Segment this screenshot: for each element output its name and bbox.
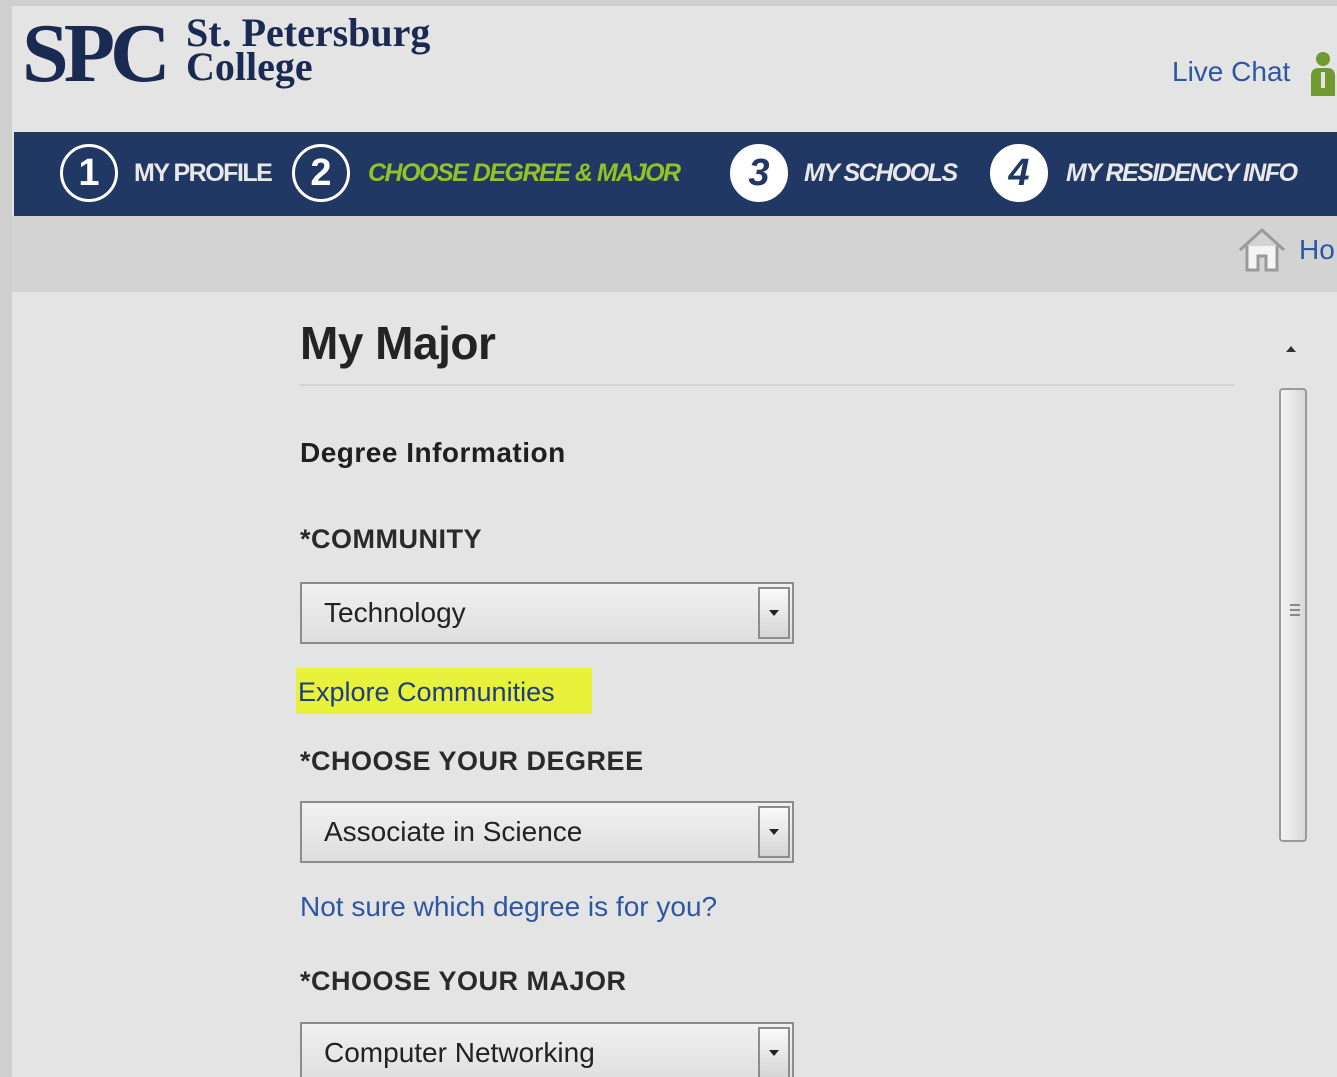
explore-communities-highlight: Explore Communities	[296, 668, 592, 714]
step-4-label[interactable]: MY RESIDENCY INFO	[1066, 158, 1298, 188]
scroll-up-arrow-icon[interactable]	[1286, 346, 1296, 352]
step-1-number[interactable]: 1	[60, 144, 118, 202]
major-select[interactable]: Computer Networking	[300, 1022, 794, 1077]
home-link[interactable]: Ho	[1299, 232, 1335, 268]
logo-college-name: St. Petersburg College	[186, 10, 431, 89]
step-1-label[interactable]: MY PROFILE	[134, 158, 273, 188]
logo-monogram: SPC	[22, 7, 171, 100]
page-title: My Major	[300, 317, 496, 369]
major-select-value: Computer Networking	[324, 1037, 595, 1068]
chevron-down-icon[interactable]	[758, 806, 790, 858]
progress-steps-bar: 1 MY PROFILE 2 CHOOSE DEGREE & MAJOR 3 M…	[14, 132, 1337, 216]
major-label: *CHOOSE YOUR MAJOR	[300, 966, 627, 996]
step-2-number[interactable]: 2	[292, 144, 350, 202]
chat-person-icon[interactable]	[1308, 50, 1337, 98]
degree-select-value: Associate in Science	[324, 816, 583, 847]
explore-communities-link[interactable]: Explore Communities	[298, 676, 555, 708]
step-3-number[interactable]: 3	[730, 144, 788, 202]
chevron-down-icon[interactable]	[758, 587, 790, 639]
section-heading: Degree Information	[300, 437, 566, 468]
vertical-scrollbar[interactable]	[1278, 332, 1312, 1077]
step-2-label[interactable]: CHOOSE DEGREE & MAJOR	[368, 158, 681, 188]
scroll-thumb[interactable]	[1279, 388, 1307, 842]
site-header: SPC St. Petersburg College Live Chat	[12, 6, 1337, 130]
main-content: My Major Degree Information *COMMUNITY T…	[296, 298, 1240, 1077]
title-divider	[300, 384, 1234, 386]
degree-label: *CHOOSE YOUR DEGREE	[300, 746, 644, 776]
scroll-grip-icon	[1290, 604, 1300, 618]
degree-help-link[interactable]: Not sure which degree is for you?	[300, 890, 717, 924]
page: SPC St. Petersburg College Live Chat 1 M…	[12, 6, 1337, 1077]
community-label: *COMMUNITY	[300, 524, 482, 554]
community-select-value: Technology	[324, 597, 466, 628]
live-chat-link[interactable]: Live Chat	[1172, 52, 1290, 92]
home-icon[interactable]	[1236, 224, 1288, 276]
degree-select[interactable]: Associate in Science	[300, 801, 794, 863]
step-3-label[interactable]: MY SCHOOLS	[804, 158, 958, 188]
breadcrumb-bar	[12, 216, 1337, 292]
chevron-down-icon[interactable]	[758, 1027, 790, 1077]
step-4-number[interactable]: 4	[990, 144, 1048, 202]
community-select[interactable]: Technology	[300, 582, 794, 644]
